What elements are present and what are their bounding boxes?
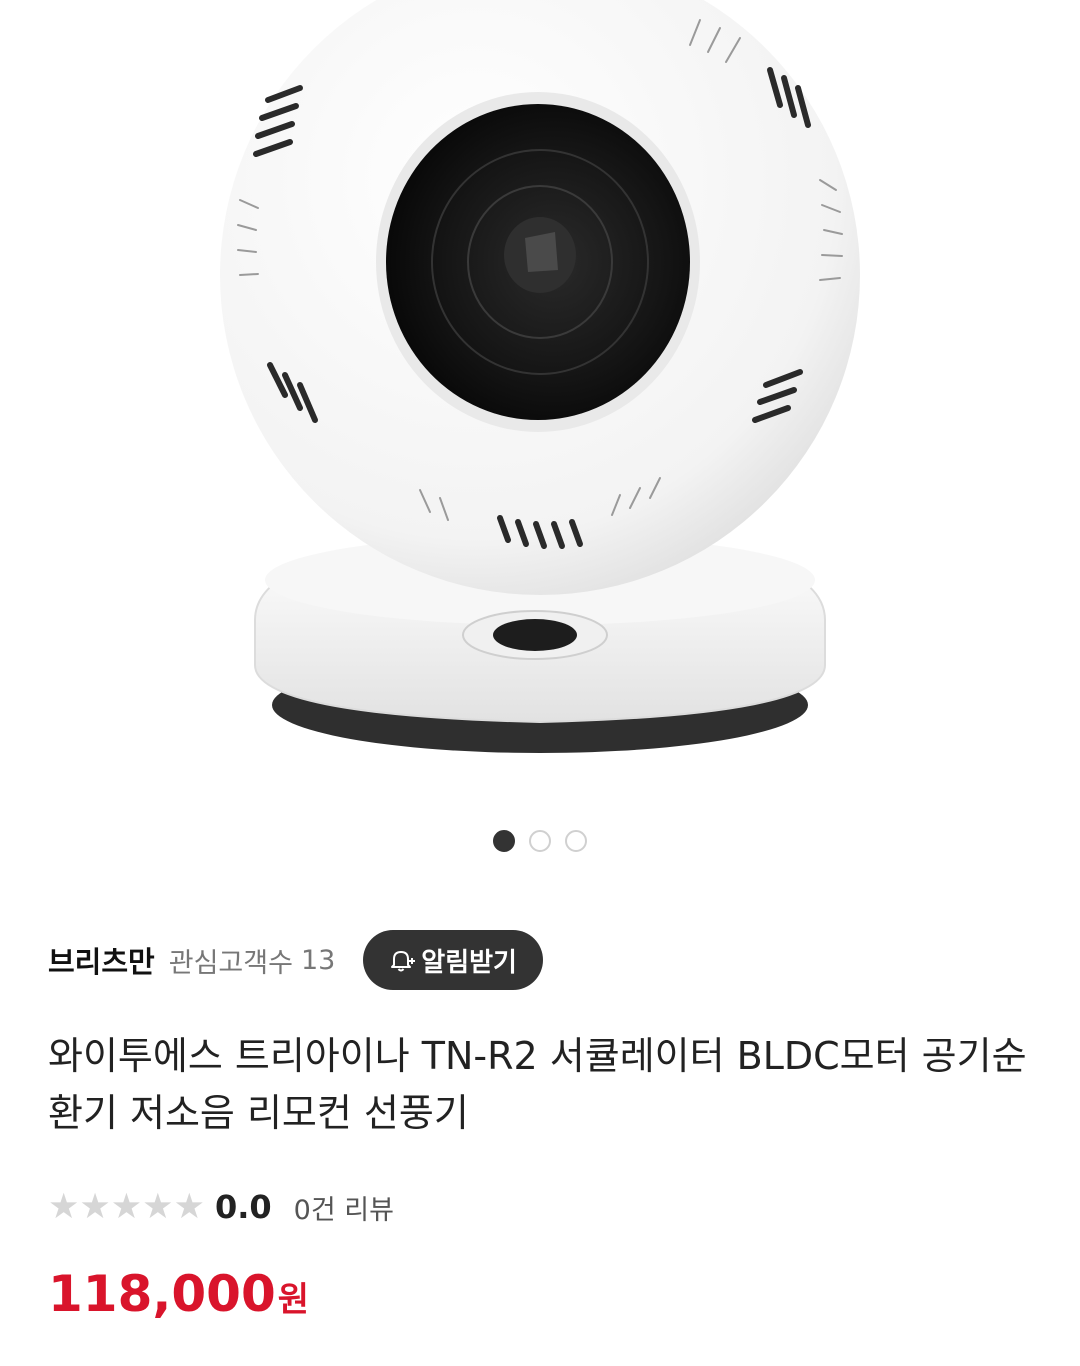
bell-plus-icon [389,947,416,973]
product-image [220,0,860,753]
rating-score: 0.0 [214,1188,272,1226]
product-image-carousel[interactable] [0,0,1080,800]
star-icon: ★ [48,1186,80,1227]
star-icon: ★ [173,1186,205,1227]
review-count-link[interactable]: 0건 리뷰 [294,1188,394,1227]
star-icon: ★ [79,1186,111,1227]
follow-count-label: 관심고객수 [168,947,293,979]
price: 118,000 원 [48,1265,309,1323]
seller-name[interactable]: 브리츠만 [48,939,155,981]
star-icon: ★ [142,1186,174,1227]
product-title: 와이투에스 트리아이나 TN-R2 서큘레이터 BLDC모터 공기순환기 저소음… [48,1034,1027,1135]
carousel-dot-3[interactable] [565,830,587,852]
follow-count: 13 [300,944,336,976]
carousel-dot-2[interactable] [529,830,551,852]
rating-summary[interactable]: ★ ★ ★ ★ ★ 0.0 0건 리뷰 [48,1185,394,1229]
rating-stars: ★ ★ ★ ★ ★ [48,1186,205,1227]
star-icon: ★ [110,1186,143,1227]
alarm-subscribe-button[interactable]: 알림받기 [363,930,543,990]
carousel-pagination [0,830,1080,852]
price-currency: 원 [277,1280,310,1320]
price-amount: 118,000 [48,1265,276,1323]
seller-info: 브리츠만 관심고객수 13 알림받기 [48,930,543,990]
alarm-button-label: 알림받기 [421,947,517,978]
carousel-dot-1[interactable] [493,830,515,852]
